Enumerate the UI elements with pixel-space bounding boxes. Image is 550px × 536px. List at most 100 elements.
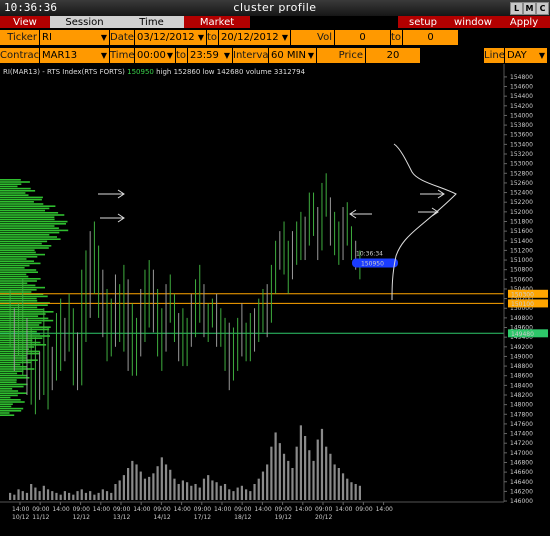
x-date-label: 17/12 [194,514,211,521]
time-to-select[interactable]: 23:59 ▼ [188,48,232,63]
profile-bar [0,207,50,210]
date-from-select[interactable]: 03/12/2012 ▼ [135,30,206,45]
vol-range-label: Vol range [291,30,334,58]
y-tick-label: 152400 [510,190,533,197]
profile-bar [0,181,30,183]
profile-bar [0,295,48,298]
price-scale-input[interactable]: 20 [366,48,420,63]
time-from-value: 00:00 [137,50,166,61]
volume-bar [156,466,159,500]
volume-bar [299,425,302,500]
profile-bar [0,352,40,355]
volume-bar [261,471,265,500]
volume-bar [249,491,252,500]
time-from-select[interactable]: 00:00 ▼ [135,48,175,63]
chart-area[interactable]: 154800 154600 154400 154200 154000 153800 1536… [0,64,550,536]
y-tick-label: 147600 [510,421,533,428]
interval-select[interactable]: 60 MIN ▼ [269,48,316,63]
volume-bar [354,484,357,500]
volume-profile-sketch [391,143,457,301]
volume-bar [245,489,248,500]
volume-bar [202,478,206,500]
volume-bar [194,484,197,500]
x-tick-label: 14:00 [12,506,29,513]
profile-bar [0,229,69,232]
profile-bar [0,209,45,212]
x-tick-label: 09:00 [315,506,332,513]
profile-bar [0,359,38,361]
x-date-label: 14/12 [153,514,170,521]
profile-bar [0,337,43,339]
volume-bar [118,480,121,500]
vol-range-to-input[interactable]: 0 [403,30,458,45]
profile-bar [0,262,41,265]
profile-bar [0,394,18,397]
profile-bar [0,201,34,203]
profile-bar [0,368,35,370]
volume-bar [13,494,16,500]
profile-bar [0,220,68,223]
y-tick-label: 151200 [510,247,533,254]
profile-bar [0,234,50,236]
time-label: Time [110,48,135,63]
volume-bar [59,494,62,500]
volume-bar [148,476,151,500]
line-value: DAY [507,50,527,61]
profile-bar [0,278,41,280]
profile-bar [0,280,37,282]
interval-value: 60 MIN [271,50,306,61]
profile-bar [0,247,49,249]
volume-bar [325,446,328,500]
volume-bar [219,485,222,500]
arrow-right-icon [98,189,125,199]
x-date-label: 11/12 [32,514,49,521]
volume-bar [76,491,79,500]
volume-bar [304,436,307,500]
x-tick-label: 14:00 [254,506,271,513]
volume-bar [266,464,269,500]
price-scale-label: Price Scale [317,48,365,76]
price-marker-label: 150100 [511,301,534,308]
line-select[interactable]: DAY ▼ [505,48,547,63]
window-control-m[interactable]: M [523,2,536,15]
ticker-select[interactable]: RI ▼ [40,30,109,45]
profile-bar [0,401,25,403]
profile-bar [0,214,65,216]
chevron-down-icon: ▼ [100,51,107,60]
volume-bar [105,491,109,500]
x-tick-label: 09:00 [234,506,251,513]
volume-bar [177,484,180,500]
window-control-c[interactable]: C [536,2,549,15]
volume-bar [160,457,163,500]
y-tick-label: 151400 [510,238,533,245]
profile-bar [0,253,45,256]
profile-bar [0,385,24,388]
chart-canvas[interactable]: 154800 154600 154400 154200 154000 153800 1536… [0,64,550,536]
chevron-down-icon: ▼ [281,33,288,42]
volume-bar [211,480,214,500]
x-tick-label: 09:00 [275,506,292,513]
volume-bar [42,485,45,500]
y-tick-label: 154800 [510,74,533,81]
profile-bar [0,346,35,348]
volume-bar [346,478,349,500]
y-tick-label: 149000 [510,353,533,360]
window-control-l[interactable]: L [510,2,523,15]
volume-bar [152,473,155,500]
y-tick-label: 151800 [510,218,533,225]
profile-bar [0,405,12,408]
date-to-label: to [207,30,218,45]
date-to-select[interactable]: 20/12/2012 ▼ [219,30,290,45]
y-tick-label: 148400 [510,382,533,389]
legend-high: high 152860 [156,68,201,76]
volume-bar [34,487,37,500]
legend-last-price: 150950 [127,68,154,76]
volume-bar [295,446,298,500]
y-tick-label: 152600 [510,180,533,187]
profile-bar [0,203,44,205]
profile-bar [0,392,27,394]
volume-bar [17,489,20,500]
vol-range-from-input[interactable]: 0 [335,30,390,45]
contract-select[interactable]: MAR13 ▼ [40,48,109,63]
volume-bar [320,428,324,500]
